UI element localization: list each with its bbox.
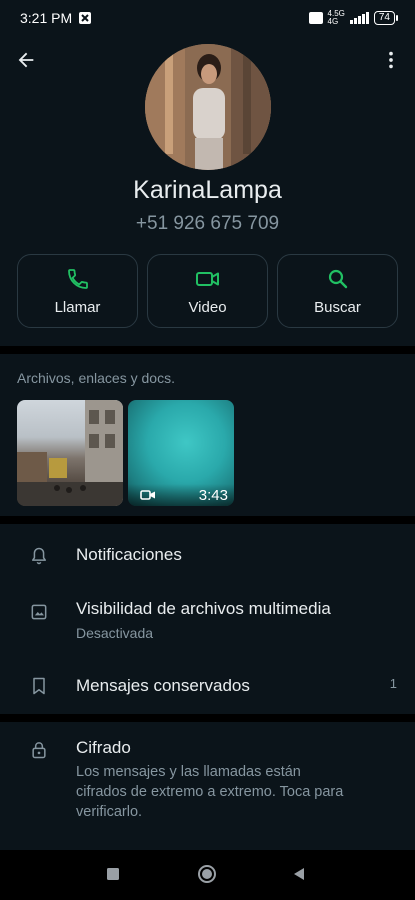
phone-icon <box>67 268 88 289</box>
media-visibility-label: Visibilidad de archivos multimedia <box>76 599 331 618</box>
lock-icon-wrap <box>28 739 50 761</box>
avatar-photo <box>145 44 271 170</box>
call-label: Llamar <box>54 298 101 316</box>
call-button[interactable]: Llamar <box>17 254 138 328</box>
video-label: Video <box>188 298 227 316</box>
app-notification-icon <box>79 12 92 24</box>
kept-messages-label: Mensajes conservados <box>76 676 250 695</box>
lock-icon <box>32 742 46 759</box>
encryption-line: Los mensajes y las llamadas están <box>76 764 301 780</box>
media-video-thumbnail[interactable]: 3:43 <box>128 400 234 506</box>
encryption-description: Los mensajes y las llamadas están cifrad… <box>76 762 343 822</box>
media-visibility-status: Desactivada <box>76 625 154 641</box>
back-button[interactable] <box>10 44 42 76</box>
more-vert-icon <box>389 51 393 69</box>
battery-level: 74 <box>378 12 390 23</box>
home-button[interactable] <box>197 864 217 884</box>
contact-phone: +51 926 675 709 <box>135 213 280 234</box>
media-thumbnail[interactable] <box>17 400 123 506</box>
section-divider <box>0 346 415 354</box>
kept-messages-item[interactable]: Mensajes conservados 1 <box>0 662 415 710</box>
status-left: 3:21 PM <box>20 10 92 26</box>
search-icon <box>328 269 347 288</box>
battery-icon: 74 <box>373 11 399 25</box>
video-duration: 3:43 <box>198 486 228 504</box>
search-label: Buscar <box>314 298 361 316</box>
media-visibility-item[interactable]: Visibilidad de archivos multimedia Desac… <box>0 588 415 648</box>
media-row: 3:43 <box>17 400 234 506</box>
contact-avatar[interactable] <box>145 44 271 170</box>
more-options-button[interactable] <box>375 44 407 76</box>
square-icon <box>107 868 119 880</box>
videocam-icon <box>140 490 155 500</box>
recents-button[interactable] <box>106 867 120 881</box>
lte-label: 4G <box>327 17 339 26</box>
status-bar: 3:21 PM 4.5G 4G 74 <box>0 0 415 36</box>
image-icon-wrap <box>28 601 50 623</box>
status-time: 3:21 PM <box>20 10 73 26</box>
circle-icon <box>198 865 216 883</box>
notifications-label: Notificaciones <box>76 545 182 564</box>
triangle-back-icon <box>294 868 304 880</box>
network-type: 4.5G 4G <box>328 10 345 26</box>
contact-name: KarinaLampa <box>133 176 282 204</box>
street-photo <box>17 400 123 506</box>
bell-icon <box>32 547 46 565</box>
encryption-line: verificarlo. <box>76 804 143 820</box>
notifications-item[interactable]: Notificaciones <box>0 528 415 584</box>
bell-icon-wrap <box>28 545 50 567</box>
section-divider <box>0 516 415 524</box>
bookmark-icon <box>33 677 45 695</box>
system-nav-bar <box>0 850 415 900</box>
back-nav-button[interactable] <box>292 867 306 881</box>
image-icon <box>31 604 47 620</box>
kept-messages-count: 1 <box>389 676 397 691</box>
section-divider <box>0 714 415 722</box>
action-buttons: Llamar Video Buscar <box>17 254 398 330</box>
encryption-line: cifrados de extremo a extremo. Toca para <box>76 784 344 800</box>
signal-icon <box>349 12 369 24</box>
search-button[interactable]: Buscar <box>277 254 398 328</box>
videocam-icon <box>195 271 219 286</box>
bookmark-icon-wrap <box>28 675 50 697</box>
status-right: 4.5G 4G 74 <box>308 10 399 26</box>
media-section-title[interactable]: Archivos, enlaces y docs. <box>17 370 175 386</box>
video-overlay: 3:43 <box>128 484 234 506</box>
encryption-label: Cifrado <box>76 738 131 757</box>
arrow-left-icon <box>18 52 34 68</box>
volte-icon <box>308 12 323 24</box>
video-button[interactable]: Video <box>147 254 268 328</box>
encryption-item[interactable]: Cifrado Los mensajes y las llamadas está… <box>0 726 415 836</box>
